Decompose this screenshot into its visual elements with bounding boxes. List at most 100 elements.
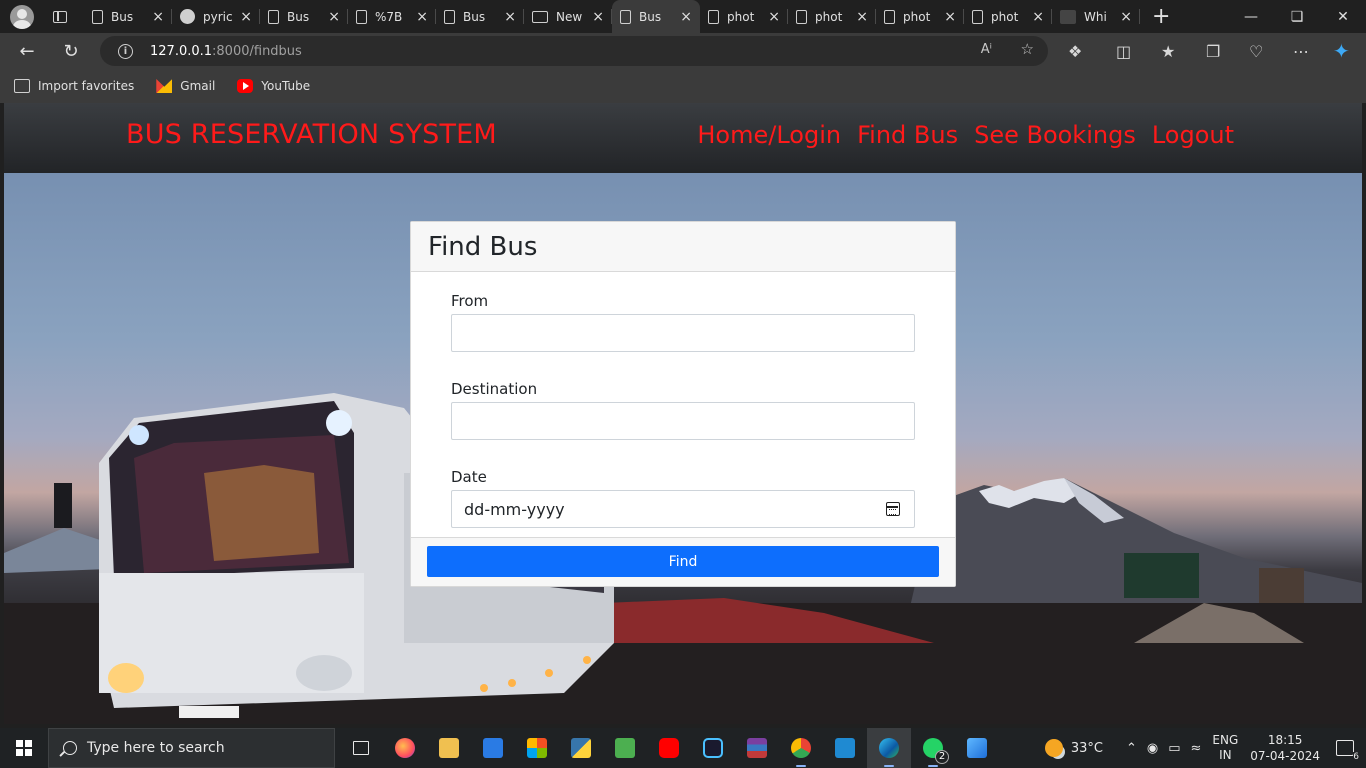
browser-tab[interactable]: Bus × bbox=[612, 0, 700, 33]
close-tab-icon[interactable]: × bbox=[504, 9, 516, 25]
close-tab-icon[interactable]: × bbox=[152, 9, 164, 25]
taskbar-webex[interactable] bbox=[691, 728, 735, 768]
close-tab-icon[interactable]: × bbox=[1032, 9, 1044, 25]
taskbar-store[interactable] bbox=[515, 728, 559, 768]
taskbar-chrome[interactable] bbox=[779, 728, 823, 768]
profile-avatar-icon[interactable] bbox=[10, 4, 34, 29]
notepad-icon bbox=[615, 738, 635, 758]
nav-see-bookings[interactable]: See Bookings bbox=[974, 121, 1136, 149]
tab-title: Bus bbox=[463, 9, 486, 24]
favorite-youtube[interactable]: YouTube bbox=[237, 79, 310, 93]
photos-icon bbox=[967, 738, 987, 758]
close-tab-icon[interactable]: × bbox=[768, 9, 780, 25]
browser-essentials-icon[interactable]: ♡ bbox=[1249, 33, 1263, 69]
back-arrow-icon[interactable]: ← bbox=[5, 41, 49, 62]
search-icon bbox=[63, 741, 77, 755]
find-button[interactable]: Find bbox=[427, 546, 939, 577]
browser-tab[interactable]: phot × bbox=[788, 0, 876, 33]
extensions-icon[interactable]: ❖ bbox=[1068, 33, 1082, 69]
url-text[interactable]: 127.0.0.1:8000/findbus bbox=[150, 44, 302, 59]
tab-list: Bus × pyric × Bus × %7B × Bus × New × Bus × phot × phot ×… bbox=[84, 0, 1140, 33]
close-tab-icon[interactable]: × bbox=[944, 9, 956, 25]
tab-title: phot bbox=[727, 9, 755, 24]
taskbar-notepad[interactable] bbox=[603, 728, 647, 768]
browser-tab[interactable]: %7B × bbox=[348, 0, 436, 33]
taskbar-vscode[interactable] bbox=[823, 728, 867, 768]
taskbar-mail[interactable] bbox=[471, 728, 515, 768]
browser-tab[interactable]: phot × bbox=[964, 0, 1052, 33]
split-screen-icon[interactable]: ◫ bbox=[1116, 33, 1131, 69]
nav-find-bus[interactable]: Find Bus bbox=[857, 121, 958, 149]
site-info-icon[interactable]: i bbox=[118, 43, 133, 59]
battery-icon[interactable]: ▭ bbox=[1168, 741, 1180, 756]
folder-icon bbox=[439, 738, 459, 758]
winrar-icon bbox=[747, 738, 767, 758]
nav-logout[interactable]: Logout bbox=[1152, 121, 1234, 149]
page-icon bbox=[444, 9, 455, 24]
windows-logo-icon bbox=[16, 740, 32, 756]
browser-tab[interactable]: phot × bbox=[876, 0, 964, 33]
tab-title: Bus bbox=[111, 9, 134, 24]
calendar-icon[interactable] bbox=[886, 502, 900, 516]
site-icon bbox=[1060, 9, 1076, 24]
close-tab-icon[interactable]: × bbox=[328, 9, 340, 25]
read-aloud-icon[interactable]: Aⁱ bbox=[981, 42, 992, 57]
taskbar-edge[interactable] bbox=[867, 728, 911, 768]
from-input[interactable] bbox=[451, 314, 915, 352]
page-icon bbox=[796, 9, 807, 24]
address-bar[interactable]: i 127.0.0.1:8000/findbus Aⁱ ☆ bbox=[100, 36, 1048, 66]
copilot-icon[interactable]: ✦ bbox=[1333, 33, 1350, 69]
favorite-label: Import favorites bbox=[38, 79, 135, 93]
close-tab-icon[interactable]: × bbox=[680, 9, 692, 25]
task-view-button[interactable] bbox=[339, 728, 383, 768]
favorite-gmail[interactable]: Gmail bbox=[156, 79, 215, 93]
tab-title: phot bbox=[815, 9, 843, 24]
favorite-star-icon[interactable]: ☆ bbox=[1021, 40, 1034, 58]
wifi-icon[interactable]: ≈ bbox=[1190, 741, 1201, 756]
browser-tab[interactable]: New × bbox=[524, 0, 612, 33]
collections-icon[interactable]: ❐ bbox=[1206, 33, 1220, 69]
new-tab-button[interactable]: + bbox=[1152, 4, 1170, 29]
python-icon bbox=[571, 738, 591, 758]
browser-tab[interactable]: pyric × bbox=[172, 0, 260, 33]
chrome-icon bbox=[791, 738, 811, 758]
tab-actions-icon[interactable] bbox=[53, 10, 67, 23]
close-tab-icon[interactable]: × bbox=[1120, 9, 1132, 25]
browser-tab[interactable]: Bus × bbox=[260, 0, 348, 33]
date-input[interactable]: dd-mm-yyyy bbox=[451, 490, 915, 528]
taskbar-search[interactable]: Type here to search bbox=[48, 728, 335, 768]
taskbar-whatsapp[interactable]: 2 bbox=[911, 728, 955, 768]
meet-now-icon[interactable]: ◉ bbox=[1147, 741, 1158, 756]
destination-input[interactable] bbox=[451, 402, 915, 440]
close-tab-icon[interactable]: × bbox=[240, 9, 252, 25]
settings-more-icon[interactable]: ⋯ bbox=[1293, 33, 1309, 69]
taskbar-firefox[interactable] bbox=[383, 728, 427, 768]
favorite-import[interactable]: Import favorites bbox=[14, 79, 134, 93]
taskbar-photos[interactable] bbox=[955, 728, 999, 768]
clock[interactable]: 18:15 07-04-2024 bbox=[1250, 732, 1320, 764]
close-window-button[interactable]: ✕ bbox=[1320, 0, 1366, 33]
weather-widget[interactable]: 33°C bbox=[1044, 739, 1103, 757]
start-button[interactable] bbox=[0, 728, 48, 768]
taskbar-winrar[interactable] bbox=[735, 728, 779, 768]
taskbar-youtube[interactable] bbox=[647, 728, 691, 768]
browser-tab[interactable]: Bus × bbox=[84, 0, 172, 33]
close-tab-icon[interactable]: × bbox=[856, 9, 868, 25]
notification-center-icon[interactable]: 6 bbox=[1336, 740, 1359, 762]
nav-home-login[interactable]: Home/Login bbox=[697, 121, 841, 149]
language-indicator[interactable]: ENG IN bbox=[1212, 733, 1238, 763]
taskbar-python[interactable] bbox=[559, 728, 603, 768]
favorites-icon[interactable]: ★ bbox=[1161, 33, 1175, 69]
close-tab-icon[interactable]: × bbox=[416, 9, 428, 25]
taskbar-file-explorer[interactable] bbox=[427, 728, 471, 768]
browser-tab[interactable]: Bus × bbox=[436, 0, 524, 33]
browser-tab[interactable]: phot × bbox=[700, 0, 788, 33]
close-tab-icon[interactable]: × bbox=[592, 9, 604, 25]
minimize-button[interactable]: — bbox=[1228, 0, 1274, 33]
chevron-up-icon[interactable]: ⌃ bbox=[1126, 741, 1137, 756]
restore-button[interactable]: ❏ bbox=[1274, 0, 1320, 33]
tab-title: Bus bbox=[639, 9, 662, 24]
browser-tab[interactable]: Whi × bbox=[1052, 0, 1140, 33]
site-brand[interactable]: BUS RESERVATION SYSTEM bbox=[126, 119, 497, 150]
refresh-icon[interactable]: ↻ bbox=[49, 41, 93, 62]
